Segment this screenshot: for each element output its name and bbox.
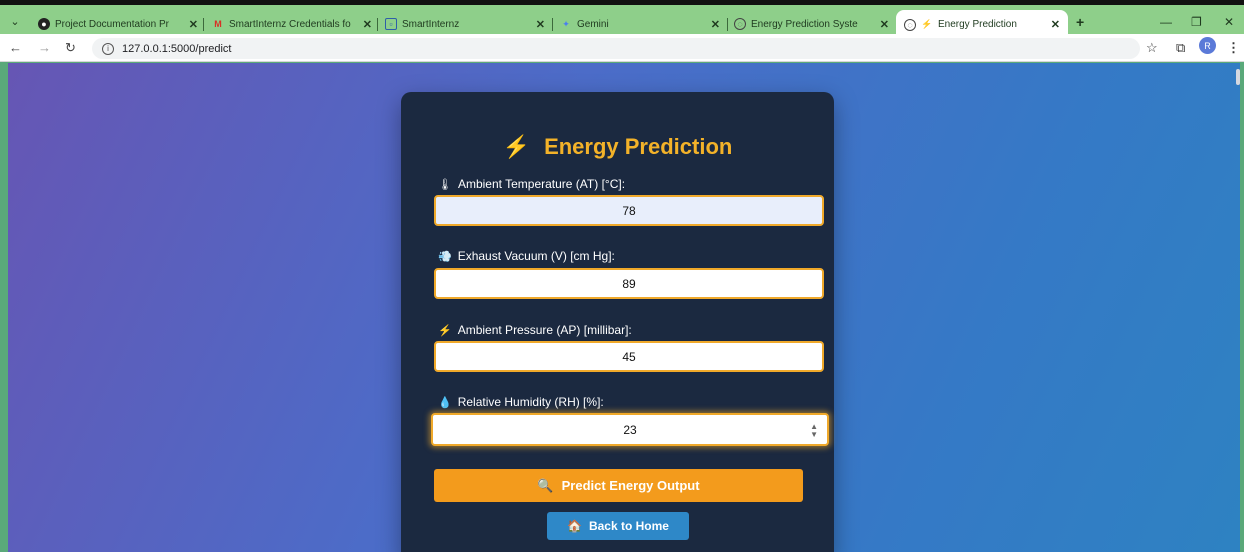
wind-icon: 💨	[438, 250, 452, 263]
title-text: Energy Prediction	[544, 134, 733, 159]
page-background: ⚡ Energy Prediction 🌡 Ambient Temperature…	[8, 63, 1240, 552]
gmail-icon: M	[214, 19, 222, 29]
extensions-icon[interactable]: ⧉	[1176, 40, 1185, 56]
label-text: Relative Humidity (RH) [%]:	[457, 395, 604, 409]
close-icon[interactable]: ✕	[711, 18, 720, 31]
close-icon[interactable]: ✕	[189, 18, 198, 31]
address-bar: ← → ↻ i 127.0.0.1:5000/predict ☆ ⧉ ⋮	[0, 34, 1244, 62]
restore-icon[interactable]: ❐	[1191, 15, 1202, 29]
close-icon[interactable]: ✕	[363, 18, 372, 31]
avatar[interactable]: R	[1199, 37, 1216, 54]
relative-humidity-label: 💧 Relative Humidity (RH) [%]:	[438, 395, 604, 409]
reload-icon[interactable]: ↻	[65, 40, 76, 56]
label-text: Ambient Pressure (AP) [millibar]:	[457, 323, 632, 337]
exhaust-vacuum-label: 💨 Exhaust Vacuum (V) [cm Hg]:	[438, 249, 615, 263]
url-input[interactable]: i 127.0.0.1:5000/predict	[92, 38, 1140, 59]
close-window-icon[interactable]: ✕	[1224, 15, 1234, 29]
tab-gemini[interactable]: ✦ Gemini ✕	[560, 14, 720, 34]
gemini-icon: ✦	[562, 18, 570, 29]
globe-icon: ◌	[734, 18, 746, 30]
site-info-icon[interactable]: i	[102, 42, 114, 55]
tab-project-documentation[interactable]: ● Project Documentation Pr ✕	[38, 14, 198, 34]
menu-icon[interactable]: ⋮	[1227, 40, 1240, 56]
tab-separator	[727, 18, 728, 31]
tab-separator	[377, 18, 378, 31]
tab-search-icon[interactable]: ⌄	[6, 14, 24, 30]
tab-title: Project Documentation Pr	[55, 18, 169, 30]
forward-icon[interactable]: →	[38, 40, 51, 55]
url-text: 127.0.0.1:5000/predict	[122, 42, 232, 55]
new-tab-button[interactable]: +	[1076, 14, 1084, 30]
avatar-initial: R	[1204, 40, 1211, 51]
tab-title: Energy Prediction	[938, 19, 1017, 30]
label-text: Ambient Temperature (AT) [°C]:	[457, 177, 626, 191]
ambient-temperature-input[interactable]	[434, 195, 824, 226]
relative-humidity-input[interactable]	[431, 413, 829, 446]
droplet-icon: 💧	[438, 396, 452, 409]
home-label: Back to Home	[588, 519, 669, 533]
magnifier-icon: 🔍	[537, 477, 554, 493]
close-icon[interactable]: ✕	[1051, 18, 1060, 31]
bolt-icon: ⚡	[502, 134, 531, 159]
prediction-card: ⚡ Energy Prediction 🌡 Ambient Temperature…	[401, 92, 834, 552]
smartinternz-icon: ▫	[385, 18, 397, 30]
ambient-pressure-label: ⚡ Ambient Pressure (AP) [millibar]:	[438, 323, 632, 337]
minimize-icon[interactable]: —	[1160, 15, 1172, 29]
tab-title: Gemini	[577, 18, 609, 30]
bolt-icon: ⚡	[921, 19, 933, 29]
tab-title: Energy Prediction Syste	[751, 18, 858, 30]
relative-humidity-wrapper: ▲▼	[401, 413, 834, 447]
globe-icon: ◌	[904, 18, 916, 31]
back-to-home-button[interactable]: 🏠 Back to Home	[547, 512, 689, 540]
tab-smartinternz-credentials[interactable]: M SmartInternz Credentials fo ✕	[212, 14, 372, 34]
close-icon[interactable]: ✕	[880, 18, 889, 31]
thermometer-icon: 🌡	[438, 178, 452, 191]
bolt-icon: ⚡	[438, 324, 452, 337]
predict-label: Predict Energy Output	[561, 478, 700, 493]
tab-title: SmartInternz	[402, 18, 460, 30]
predict-button[interactable]: 🔍 Predict Energy Output	[434, 469, 803, 502]
ambient-temperature-label: 🌡 Ambient Temperature (AT) [°C]:	[438, 177, 625, 191]
label-text: Exhaust Vacuum (V) [cm Hg]:	[457, 249, 615, 263]
back-icon[interactable]: ←	[9, 40, 22, 55]
exhaust-vacuum-input[interactable]	[434, 268, 824, 299]
tab-smartinternz[interactable]: ▫ SmartInternz ✕	[385, 14, 545, 34]
tab-title: SmartInternz Credentials fo	[229, 18, 351, 30]
page-title: ⚡ Energy Prediction	[401, 134, 834, 160]
tab-strip: ⌄ ● Project Documentation Pr ✕ M SmartIn…	[0, 0, 1244, 39]
close-icon[interactable]: ✕	[536, 18, 545, 31]
bookmark-star-icon[interactable]: ☆	[1146, 40, 1158, 56]
tab-separator	[552, 18, 553, 31]
number-spinner[interactable]: ▲ ▼	[810, 423, 818, 439]
home-icon: 🏠	[567, 519, 582, 533]
circle-dark-icon: ●	[38, 18, 50, 30]
tab-energy-prediction-system[interactable]: ◌ Energy Prediction Syste ✕	[734, 14, 889, 34]
scrollbar[interactable]	[1236, 69, 1240, 85]
tab-separator	[203, 18, 204, 31]
ambient-pressure-input[interactable]	[434, 341, 824, 372]
